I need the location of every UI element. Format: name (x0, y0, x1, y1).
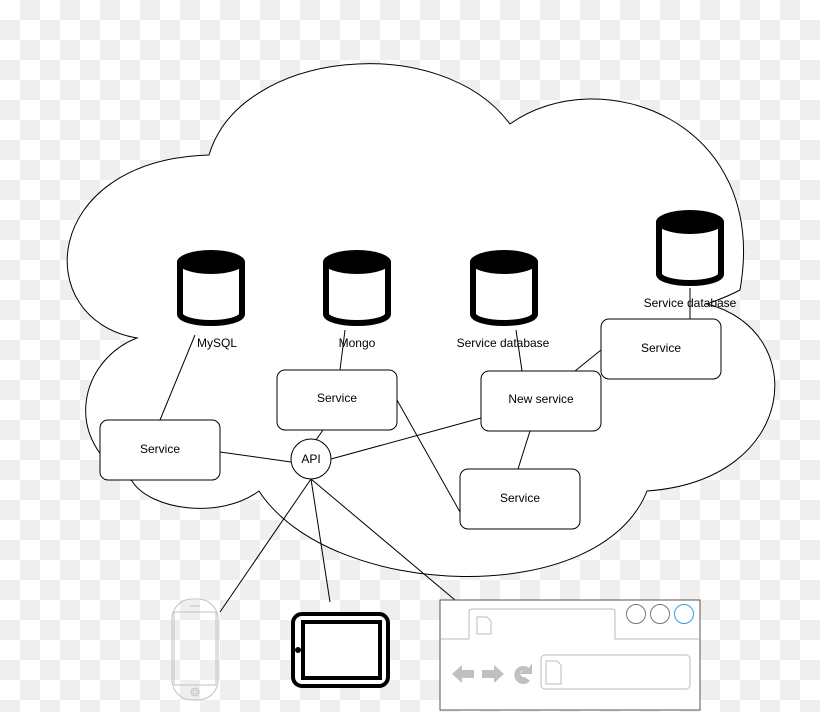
database-service-db-2[interactable] (656, 210, 724, 286)
api-label: API (301, 452, 320, 466)
database-mongo[interactable] (323, 250, 391, 326)
service-label: Service (641, 341, 681, 355)
window-button[interactable] (650, 604, 670, 624)
new-service[interactable]: New service (480, 370, 602, 432)
service-right[interactable]: Service (600, 318, 722, 380)
window-button-active[interactable] (674, 604, 694, 624)
service-label: Service (500, 491, 540, 505)
database-label: MySQL (197, 336, 237, 350)
service-label: Service (140, 442, 180, 456)
database-service-db[interactable] (470, 250, 538, 326)
database-mysql[interactable] (177, 250, 245, 326)
service-label: New service (508, 392, 574, 406)
api-node[interactable]: API (290, 438, 332, 480)
service-label: Service (317, 391, 357, 405)
database-icon (177, 250, 245, 326)
database-icon (656, 210, 724, 286)
database-label: Service database (457, 336, 550, 350)
window-button[interactable] (626, 604, 646, 624)
database-icon (323, 250, 391, 326)
tablet-icon[interactable] (291, 612, 390, 688)
document-icon (476, 616, 492, 635)
architecture-diagram: MySQL Mongo Service database Service dat… (66, 63, 776, 711)
database-label: Service database (644, 296, 737, 310)
database-icon (470, 250, 538, 326)
service-bottom[interactable]: Service (459, 468, 581, 530)
address-bar[interactable] (540, 654, 691, 690)
browser-window-icon[interactable] (439, 599, 701, 711)
smartphone-icon[interactable] (171, 598, 219, 701)
service-left[interactable]: Service (99, 419, 221, 481)
document-icon (545, 660, 562, 685)
service-mid[interactable]: Service (276, 369, 398, 431)
database-label: Mongo (339, 336, 376, 350)
